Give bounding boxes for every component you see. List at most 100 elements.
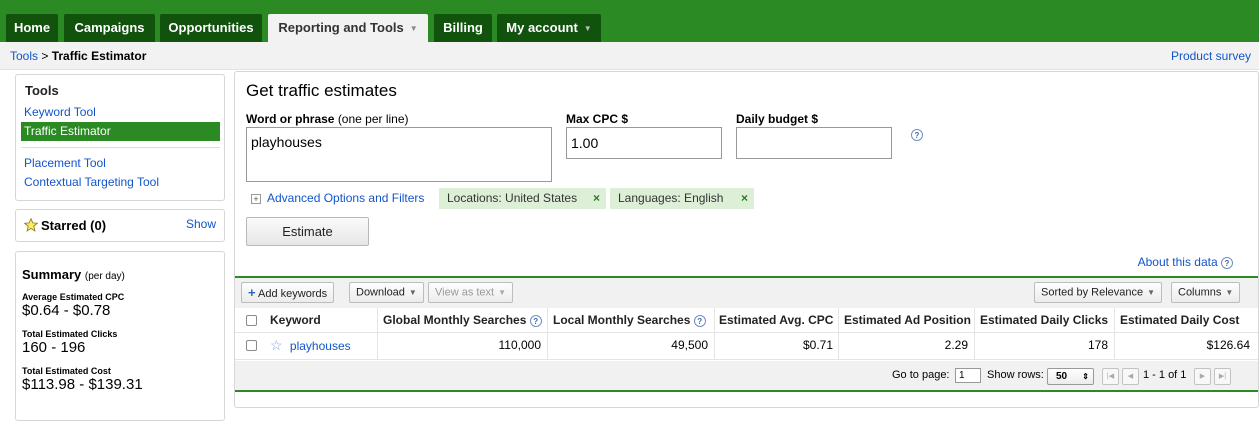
last-page-icon[interactable]: ▶|: [1214, 368, 1231, 385]
divider: [21, 147, 220, 148]
view-as-text-button[interactable]: View as text ▼: [428, 282, 514, 303]
starred-show-link[interactable]: Show: [186, 217, 216, 231]
star-icon[interactable]: ☆: [270, 337, 283, 353]
starred-panel: Starred (0) Show: [15, 209, 225, 242]
show-rows-label: Show rows:: [987, 369, 1044, 381]
row-checkbox[interactable]: [246, 340, 257, 351]
sidebar-item-placement-tool[interactable]: Placement Tool: [24, 156, 106, 170]
breadcrumb-tools-link[interactable]: Tools: [10, 49, 38, 63]
expand-icon: +: [251, 193, 261, 204]
rows-per-page-select[interactable]: 50 ⇕: [1047, 368, 1094, 385]
help-icon: ?: [693, 314, 706, 327]
table-header: Keyword Global Monthly Searches ? Local …: [235, 308, 1258, 333]
tools-title: Tools: [25, 83, 59, 98]
column-separator: [838, 308, 839, 332]
column-header-keyword[interactable]: Keyword: [270, 308, 321, 332]
phrase-input[interactable]: playhouses: [246, 127, 552, 182]
page-range-label: 1 - 1 of 1: [1143, 369, 1187, 381]
help-icon: ?: [529, 314, 542, 327]
breadcrumb: Tools > Traffic Estimator Product survey: [0, 42, 1259, 70]
tab-my-account[interactable]: My account ▼: [497, 14, 601, 42]
column-separator: [838, 333, 839, 359]
summary-cost-value: $113.98 - $139.31: [22, 376, 143, 393]
column-separator: [547, 333, 548, 359]
phrase-label: Word or phrase (one per line): [246, 112, 409, 126]
download-button[interactable]: Download ▼: [349, 282, 424, 303]
column-separator: [1114, 308, 1115, 332]
sidebar-item-traffic-estimator[interactable]: Traffic Estimator: [21, 122, 220, 141]
starred-toggle[interactable]: Starred (0): [23, 217, 106, 233]
max-cpc-input[interactable]: [566, 127, 722, 159]
chevron-down-icon: ▼: [1147, 288, 1156, 297]
tab-home[interactable]: Home: [6, 14, 58, 42]
columns-dropdown[interactable]: Columns ▼: [1171, 282, 1241, 303]
global-searches-cell: 110,000: [498, 338, 542, 352]
traffic-estimates-panel: Get traffic estimates Word or phrase (on…: [234, 71, 1259, 408]
summary-title: Summary (per day): [22, 267, 125, 282]
plus-icon: +: [248, 285, 256, 300]
summary-label: Total Estimated Clicks: [22, 329, 118, 339]
daily-clicks-cell: 178: [1087, 338, 1108, 352]
select-all-checkbox[interactable]: [246, 315, 257, 326]
first-page-icon[interactable]: |◀: [1102, 368, 1119, 385]
pagination-bar: Go to page: 1 Show rows: 50 ⇕ |◀ ◀ 1 - 1 …: [235, 361, 1258, 392]
summary-clicks-value: 160 - 196: [22, 339, 86, 356]
local-searches-cell: 49,500: [671, 338, 708, 352]
help-icon: ?: [1221, 256, 1233, 269]
chevron-down-icon: ▼: [498, 288, 507, 297]
tab-opportunities[interactable]: Opportunities: [160, 14, 262, 42]
column-separator: [547, 308, 548, 332]
product-survey-link[interactable]: Product survey: [1171, 49, 1251, 63]
summary-avg-cpc-value: $0.64 - $0.78: [22, 302, 111, 319]
summary-label: Total Estimated Cost: [22, 366, 111, 376]
column-header-estimated-daily-clicks[interactable]: Estimated Daily Clicks: [980, 308, 1108, 332]
daily-budget-input[interactable]: [736, 127, 892, 159]
about-this-data-link[interactable]: About this data ?: [1138, 255, 1233, 269]
column-header-global-monthly-searches[interactable]: Global Monthly Searches ?: [383, 308, 542, 332]
column-header-estimated-avg-cpc[interactable]: Estimated Avg. CPC: [719, 308, 833, 332]
chevron-down-icon: ▼: [408, 288, 417, 297]
stepper-icon: ⇕: [1082, 372, 1089, 381]
remove-location-icon[interactable]: ×: [593, 188, 600, 209]
tab-reporting-and-tools[interactable]: Reporting and Tools ▼: [268, 14, 428, 42]
column-header-local-monthly-searches[interactable]: Local Monthly Searches ?: [553, 308, 706, 332]
keyword-cell: ☆ playhouses: [270, 333, 351, 359]
table-row: ☆ playhouses 110,000 49,500 $0.71 2.29 1…: [235, 333, 1258, 360]
avg-cpc-cell: $0.71: [802, 338, 833, 352]
help-icon[interactable]: ?: [911, 129, 923, 141]
go-to-page-label: Go to page:: [892, 369, 950, 381]
tools-panel: Tools Keyword Tool Traffic Estimator Pla…: [15, 74, 225, 201]
estimate-button[interactable]: Estimate: [246, 217, 369, 246]
chevron-down-icon: ▼: [409, 23, 418, 33]
results-toolbar: + Add keywords Download ▼ View as text ▼ S…: [235, 278, 1258, 309]
column-separator: [1114, 333, 1115, 359]
chevron-down-icon: ▼: [1225, 288, 1234, 297]
summary-panel: Summary (per day) Average Estimated CPC …: [15, 251, 225, 421]
advanced-options-link[interactable]: + Advanced Options and Filters: [251, 191, 424, 205]
remove-language-icon[interactable]: ×: [741, 188, 748, 209]
chevron-down-icon: ▼: [583, 23, 592, 33]
language-filter-chip: Languages: English ×: [610, 188, 754, 209]
column-separator: [974, 333, 975, 359]
sort-dropdown[interactable]: Sorted by Relevance ▼: [1034, 282, 1163, 303]
location-filter-chip: Locations: United States ×: [439, 188, 606, 209]
top-navigation: Home Campaigns Opportunities Reporting a…: [0, 0, 1259, 42]
previous-page-icon[interactable]: ◀: [1122, 368, 1139, 385]
column-separator: [377, 333, 378, 359]
column-separator: [714, 333, 715, 359]
sidebar-item-keyword-tool[interactable]: Keyword Tool: [24, 105, 96, 119]
column-header-estimated-ad-position[interactable]: Estimated Ad Position: [844, 308, 971, 332]
form-title: Get traffic estimates: [246, 81, 397, 100]
max-cpc-label: Max CPC $: [566, 112, 629, 126]
page-title: Traffic Estimator: [51, 49, 147, 63]
keyword-link[interactable]: playhouses: [290, 339, 351, 353]
sidebar-item-contextual-targeting-tool[interactable]: Contextual Targeting Tool: [24, 175, 159, 189]
star-icon: [23, 217, 39, 232]
column-header-estimated-daily-cost[interactable]: Estimated Daily Cost: [1120, 308, 1239, 332]
summary-label: Average Estimated CPC: [22, 292, 125, 302]
next-page-icon[interactable]: ▶: [1194, 368, 1211, 385]
add-keywords-button[interactable]: + Add keywords: [241, 282, 335, 303]
tab-campaigns[interactable]: Campaigns: [64, 14, 155, 42]
page-number-input[interactable]: 1: [955, 368, 981, 383]
tab-billing[interactable]: Billing: [434, 14, 492, 42]
